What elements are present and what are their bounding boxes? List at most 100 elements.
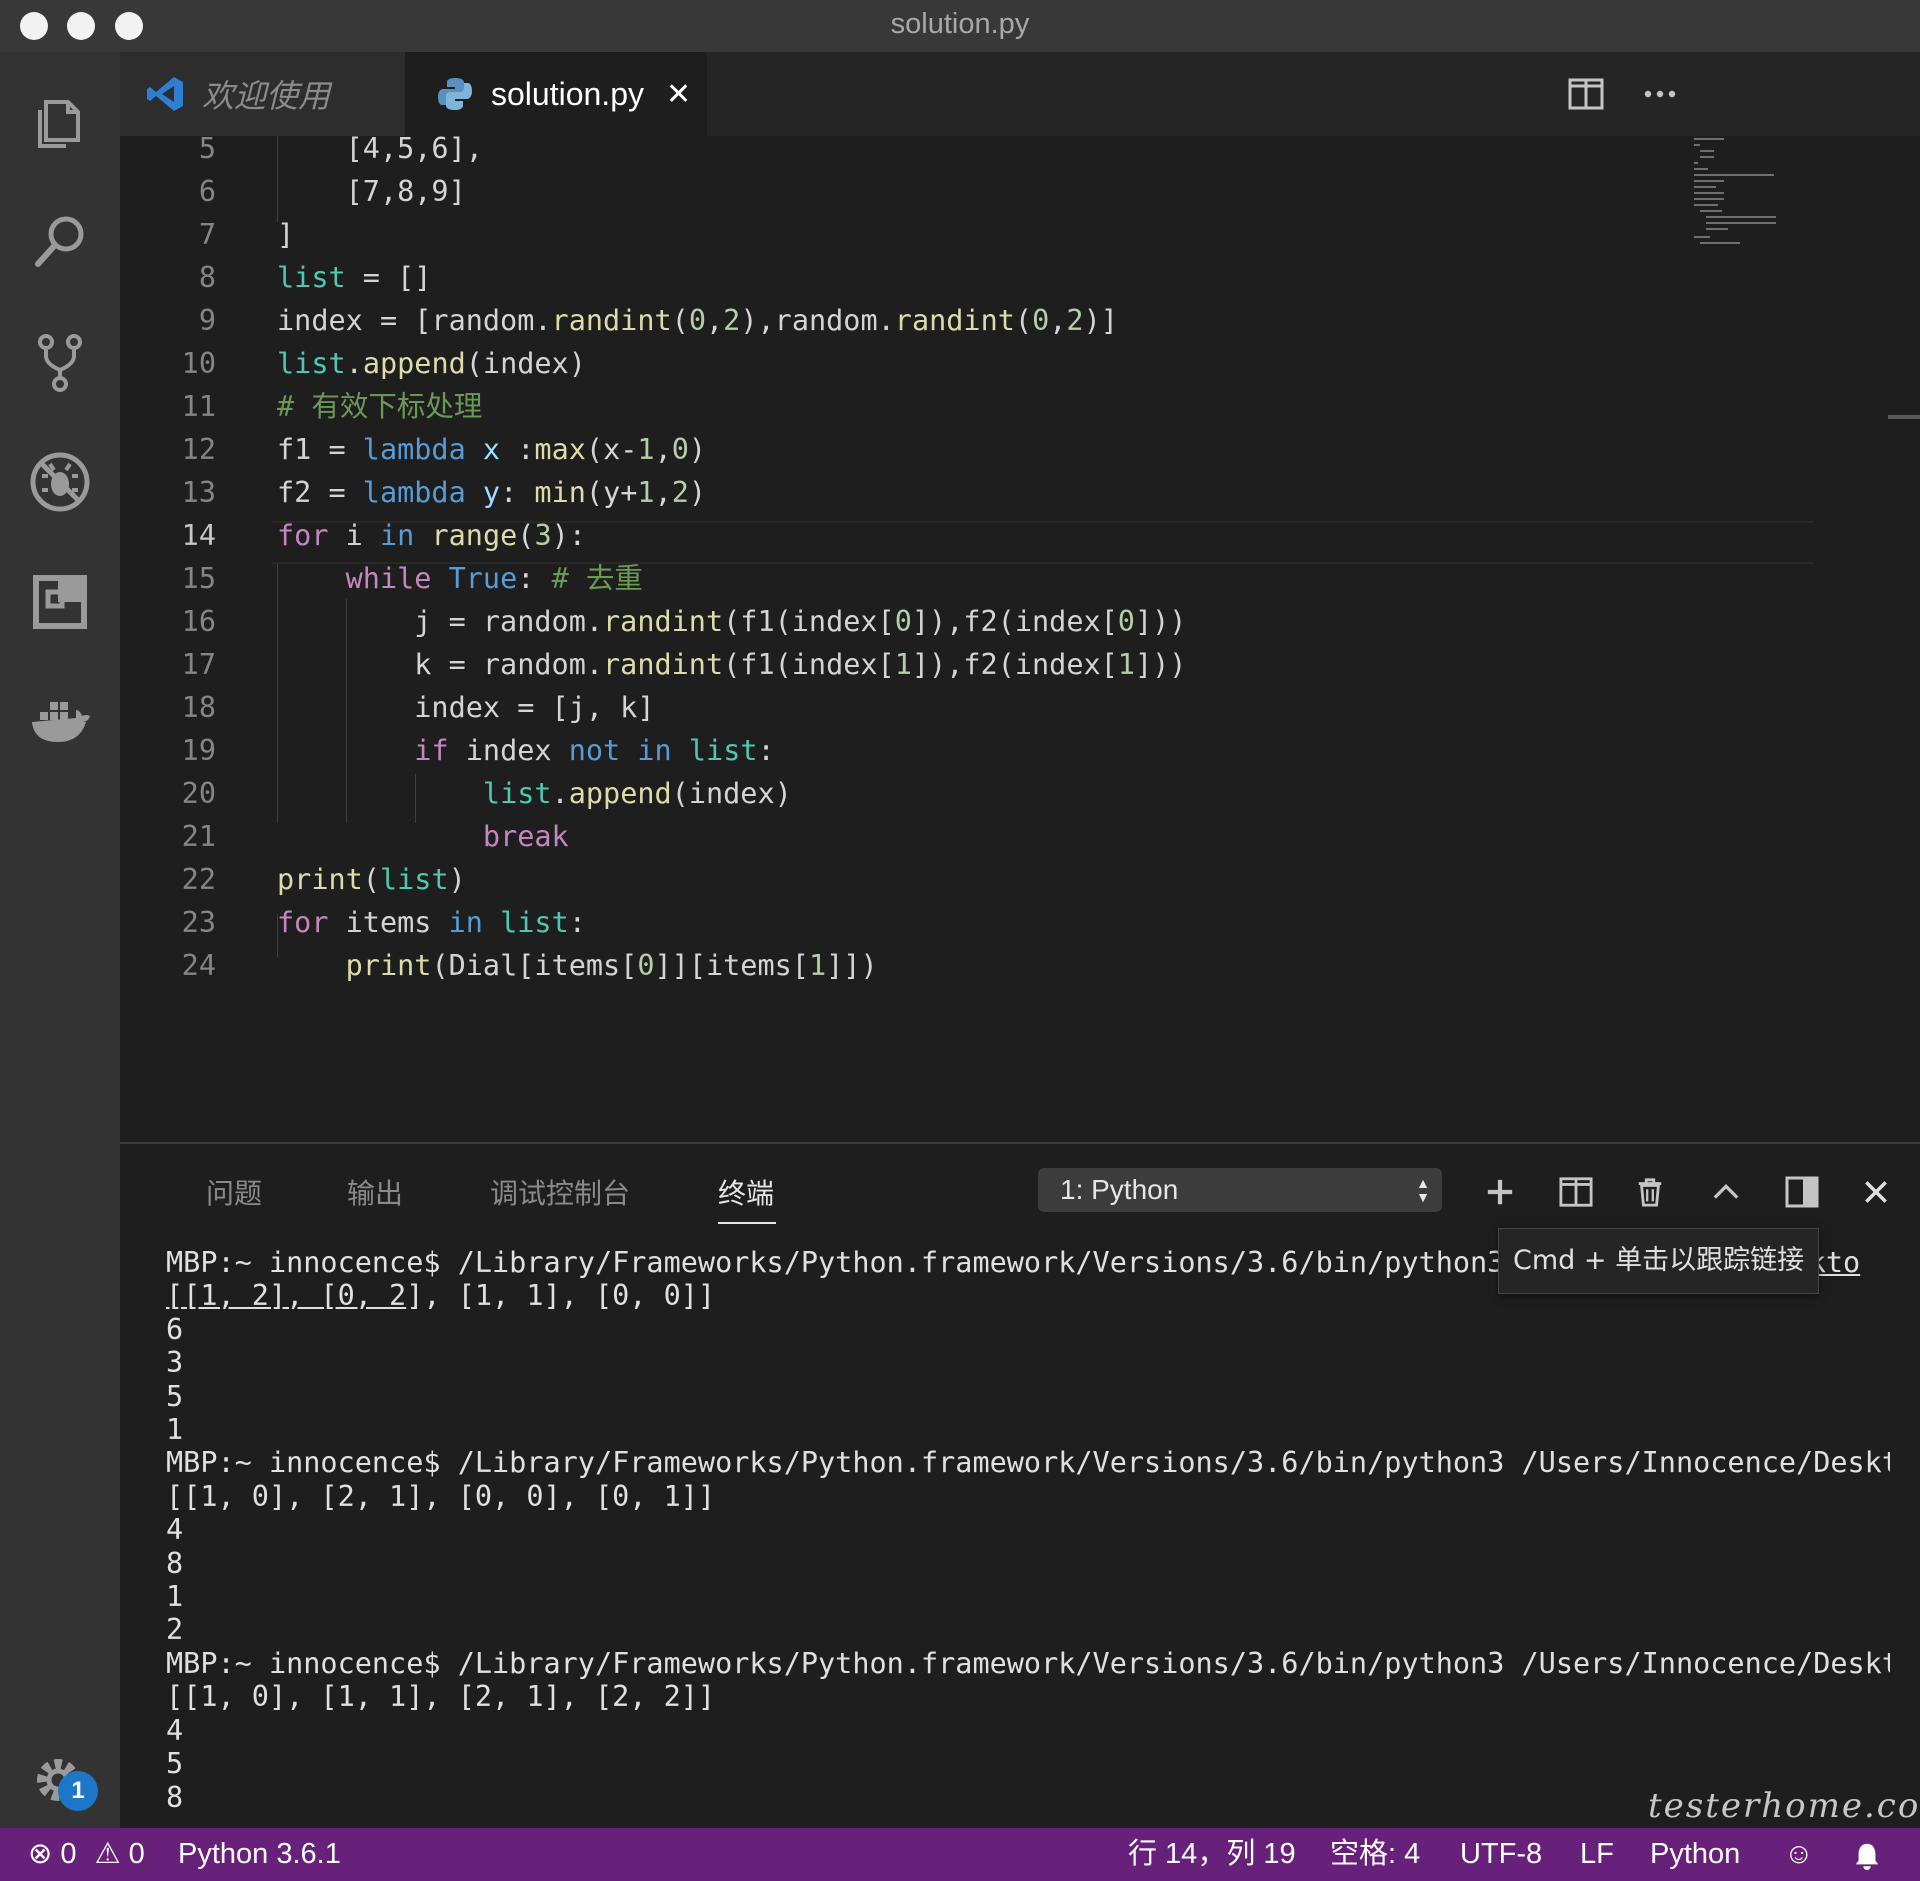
tab-debug-console[interactable]: 调试控制台 <box>490 1172 630 1212</box>
terminal-text: 1 <box>166 1580 184 1614</box>
code-line[interactable]: 12 f1 = lambda x :max(x-1,0) <box>120 428 1820 471</box>
terminal-text: 2 <box>166 1613 184 1647</box>
code-token: max <box>534 433 586 466</box>
notifications-bell-icon[interactable] <box>1852 1828 1882 1881</box>
code-line[interactable]: 7] <box>120 213 1820 256</box>
file-encoding[interactable]: UTF-8 <box>1460 1828 1542 1881</box>
more-actions-icon[interactable] <box>1636 70 1684 118</box>
code-token: ]),f2(index[ <box>911 648 1118 681</box>
code-line[interactable]: 6 [7,8,9] <box>120 170 1820 213</box>
terminal-text: 5 <box>166 1379 184 1413</box>
close-tab-icon[interactable]: ✕ <box>666 77 691 112</box>
settings-update-badge: 1 <box>58 1771 98 1811</box>
code-line[interactable]: 17 k = random.randint(f1(index[1]),f2(in… <box>120 643 1820 686</box>
feedback-smiley-icon[interactable]: ☺ <box>1784 1828 1814 1881</box>
code-line[interactable]: 8 list = [] <box>120 256 1820 299</box>
indentation[interactable]: 空格: 4 <box>1330 1828 1420 1881</box>
terminal-line: MBP:~ innocence$ /Library/Frameworks/Pyt… <box>166 1647 1890 1680</box>
code-line[interactable]: 11 # 有效下标处理 <box>120 385 1820 428</box>
code-text: for items in list: <box>277 901 586 944</box>
code-text: print(Dial[items[0]][items[1]]) <box>277 944 878 987</box>
code-token: ) <box>688 433 707 466</box>
kill-terminal-icon[interactable] <box>1626 1168 1674 1216</box>
code-token: , <box>654 433 672 466</box>
warning-count: 0 <box>128 1838 145 1870</box>
end-of-line[interactable]: LF <box>1580 1828 1614 1881</box>
source-control-icon[interactable] <box>20 322 100 402</box>
language-mode[interactable]: Python <box>1650 1828 1740 1881</box>
line-number: 17 <box>181 648 216 681</box>
terminal-text: MBP:~ innocence$ /Library/Frameworks/Pyt… <box>166 1446 1890 1480</box>
code-line[interactable]: 22 print(list) <box>120 858 1820 901</box>
code-line[interactable]: 16 j = random.randint(f1(index[0]),f2(in… <box>120 600 1820 643</box>
maximize-panel-icon[interactable] <box>1702 1168 1750 1216</box>
docker-icon[interactable] <box>20 682 100 762</box>
terminal-select[interactable]: 1: Python ▲ ▼ <box>1038 1168 1442 1212</box>
close-panel-icon[interactable] <box>1852 1168 1900 1216</box>
code-token: , <box>1049 304 1067 337</box>
search-icon[interactable] <box>20 202 100 282</box>
code-text: j = random.randint(f1(index[0]),f2(index… <box>277 600 1186 643</box>
line-number: 16 <box>181 605 216 638</box>
code-line[interactable]: 19 if index not in list: <box>120 729 1820 772</box>
split-terminal-icon[interactable] <box>1552 1168 1600 1216</box>
code-line[interactable]: 14 for i in range(3): <box>120 514 1820 557</box>
code-token: 1 <box>1117 648 1135 681</box>
active-tab-indicator <box>718 1222 776 1224</box>
explorer-icon[interactable] <box>20 82 100 162</box>
terminal-line: [[1, 0], [2, 1], [0, 0], [0, 1]] <box>166 1480 1890 1513</box>
code-line[interactable]: 18 index = [j, k] <box>120 686 1820 729</box>
code-line[interactable]: 23 for items in list: <box>120 901 1820 944</box>
code-token: lambda <box>362 476 466 509</box>
code-token: for <box>277 906 329 939</box>
code-line[interactable]: 5 [4,5,6], <box>120 136 1820 170</box>
vscode-logo-icon <box>146 74 186 114</box>
tab-welcome[interactable]: 欢迎使用 <box>120 52 405 136</box>
code-line[interactable]: 9 index = [random.randint(0,2),random.ran… <box>120 299 1820 342</box>
cursor-position[interactable]: 行 14，列 19 <box>1128 1828 1296 1881</box>
terminal-text: MBP:~ innocence$ /Library/Frameworks/Pyt… <box>166 1646 1890 1680</box>
line-number: 18 <box>181 691 216 724</box>
terminal-link[interactable]: [[1, 2], [0, 2 <box>166 1279 406 1312</box>
code-token: ( <box>671 304 689 337</box>
code-line[interactable]: 15 while True: # 去重 <box>120 557 1820 600</box>
code-token: ): <box>551 519 586 552</box>
tab-solution-py[interactable]: solution.py ✕ <box>405 52 707 136</box>
code-line[interactable]: 24 print(Dial[items[0]][items[1]]) <box>120 944 1820 987</box>
bottom-panel: 问题 输出 调试控制台 终端 1: Python ▲ ▼ MBP:~ innoce… <box>120 1142 1920 1828</box>
code-editor[interactable]: 5 [4,5,6], 6 [7,8,9] 7] 8 list = [] 9 index = … <box>120 136 1920 1142</box>
code-token: print <box>277 863 363 896</box>
problems-status[interactable]: ⊗ 0 ⚠ 0 <box>28 1828 145 1881</box>
tab-problems[interactable]: 问题 <box>206 1172 262 1212</box>
minimap[interactable] <box>1690 136 1830 246</box>
debug-icon[interactable] <box>20 442 100 522</box>
split-editor-icon[interactable] <box>1562 70 1610 118</box>
new-terminal-icon[interactable] <box>1476 1168 1524 1216</box>
line-number: 15 <box>181 562 216 595</box>
code-line[interactable]: 20 list.append(index) <box>120 772 1820 815</box>
code-token: randint <box>894 304 1015 337</box>
tab-terminal[interactable]: 终端 <box>718 1172 774 1212</box>
code-line[interactable]: 10 list.append(index) <box>120 342 1820 385</box>
tab-output[interactable]: 输出 <box>347 1172 403 1212</box>
extensions-icon[interactable] <box>20 562 100 642</box>
code-line[interactable]: 21 break <box>120 815 1820 858</box>
toggle-panel-position-icon[interactable] <box>1778 1168 1826 1216</box>
code-line[interactable]: 13 f2 = lambda y: min(y+1,2) <box>120 471 1820 514</box>
code-text: list = [] <box>277 256 431 299</box>
code-token: . <box>551 777 569 810</box>
code-token: index <box>448 734 569 767</box>
code-token: (x- <box>585 433 638 466</box>
code-token: in <box>448 906 483 939</box>
code-token: ]),f2(index[ <box>911 605 1118 638</box>
code-text: list.append(index) <box>277 342 586 385</box>
terminal-output[interactable]: MBP:~ innocence$ /Library/Frameworks/Pyt… <box>166 1246 1890 1814</box>
code-token: ( <box>517 519 535 552</box>
code-token: ( <box>362 863 380 896</box>
code-token: # 去重 <box>551 562 643 595</box>
python-interpreter[interactable]: Python 3.6.1 <box>178 1828 341 1881</box>
code-token: 2 <box>671 476 689 509</box>
